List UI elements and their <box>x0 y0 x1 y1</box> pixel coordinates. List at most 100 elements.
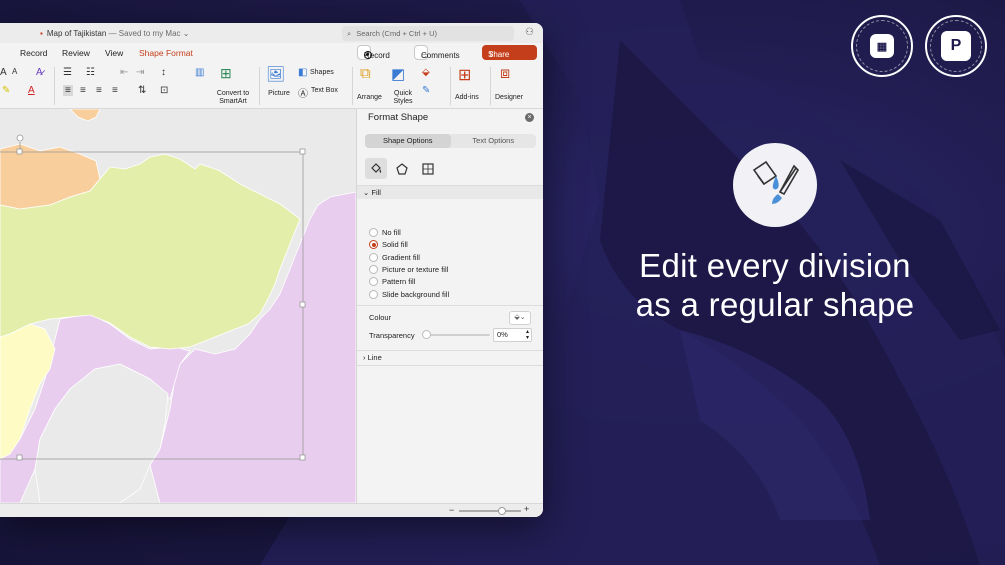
smartart-icon[interactable]: ⊞ <box>220 65 232 82</box>
increase-indent-icon[interactable]: ⇥ <box>136 67 144 78</box>
radio-no-fill[interactable]: No fill <box>369 228 401 237</box>
picture-icon[interactable]: 🖼 <box>266 65 285 83</box>
decrease-font-icon[interactable]: A <box>0 67 7 78</box>
font-size-icon[interactable]: A <box>12 67 17 76</box>
transparency-slider[interactable] <box>424 334 490 336</box>
arrange-button[interactable]: Arrange <box>357 94 382 101</box>
highlight-icon[interactable]: ✎ <box>2 85 10 96</box>
radio-button[interactable] <box>369 277 378 286</box>
divider <box>357 350 543 351</box>
radio-label: Solid fill <box>382 240 408 249</box>
slide-canvas[interactable] <box>0 109 356 503</box>
zoom-in-icon[interactable]: + <box>524 504 529 514</box>
align-center-icon[interactable]: ≡ <box>80 85 86 96</box>
badge-ring <box>856 20 908 72</box>
radio-gradient-fill[interactable]: Gradient fill <box>369 253 420 262</box>
radio-pattern-fill[interactable]: Pattern fill <box>369 277 415 286</box>
pentagon-icon[interactable] <box>391 158 413 179</box>
radio-label: Gradient fill <box>382 253 420 262</box>
radio-button-checked[interactable] <box>369 240 378 249</box>
designer-icon[interactable]: ⧈ <box>500 65 510 83</box>
radio-button[interactable] <box>369 253 378 262</box>
font-color-icon[interactable]: A <box>28 85 35 96</box>
quick-styles-icon[interactable]: ◩ <box>391 65 405 83</box>
columns-icon[interactable]: ▥ <box>195 67 204 78</box>
picture-button[interactable]: Picture <box>264 90 294 97</box>
decrease-indent-icon[interactable]: ⇤ <box>120 67 128 78</box>
radio-button[interactable] <box>369 228 378 237</box>
shape-outline-icon[interactable]: ✎ <box>422 85 430 96</box>
transparency-slider-handle[interactable] <box>422 330 431 339</box>
shapes-button[interactable]: Shapes <box>310 69 334 76</box>
text-box-button[interactable]: Text Box <box>311 87 338 94</box>
saved-status[interactable]: — Saved to my Mac <box>109 29 181 38</box>
tab-review[interactable]: Review <box>62 48 90 58</box>
share-button[interactable]: ⇪ Share ⌄ <box>482 45 537 60</box>
chevron-down-icon: ⌄ <box>519 314 526 321</box>
resize-handle <box>16 454 23 461</box>
search-icon: ⌕ <box>347 28 352 38</box>
comments-label: Comments <box>421 51 460 60</box>
line-spacing-icon[interactable]: ↕ <box>161 67 166 78</box>
comments-button[interactable]: ▭ Comments <box>414 45 460 60</box>
addins-button[interactable]: Add-ins <box>455 94 479 101</box>
shape-fill-icon[interactable]: ⬙ <box>422 67 430 78</box>
text-box-icon[interactable]: Ⓐ <box>298 85 308 100</box>
fill-section-header[interactable]: ⌄ Fill <box>357 186 543 199</box>
divider <box>357 365 543 366</box>
numbering-icon[interactable]: ☷ <box>86 67 95 78</box>
ribbon-tabs: Record Review View Shape Format Record ▭… <box>0 43 543 63</box>
divider <box>54 67 55 105</box>
ppt-file-icon: ▪ <box>40 29 43 38</box>
addins-icon[interactable]: ⊞ <box>458 65 471 85</box>
radio-solid-fill[interactable]: Solid fill <box>369 240 408 249</box>
arrange-icon[interactable]: ⧉ <box>360 65 371 82</box>
divider <box>259 67 260 105</box>
radio-slide-background-fill[interactable]: Slide background fill <box>369 290 449 299</box>
align-right-icon[interactable]: ≡ <box>96 85 102 96</box>
tab-shape-options[interactable]: Shape Options <box>365 134 451 148</box>
align-text-icon[interactable]: ⊡ <box>160 85 168 96</box>
tab-text-options[interactable]: Text Options <box>451 134 537 148</box>
radio-button[interactable] <box>369 290 378 299</box>
resize-handle <box>299 454 306 461</box>
text-direction-icon[interactable]: ⇅ <box>138 85 146 96</box>
designer-button[interactable]: Designer <box>495 94 523 101</box>
radio-picture-fill[interactable]: Picture or texture fill <box>369 265 448 274</box>
fill-line-icon[interactable] <box>365 158 387 179</box>
transparency-label: Transparency <box>369 331 415 340</box>
convert-smartart-label-2: SmartArt <box>219 98 247 105</box>
line-section-header[interactable]: › Line <box>363 353 382 362</box>
clear-format-icon[interactable]: A̷ <box>36 67 43 78</box>
convert-smartart-button[interactable]: Convert to SmartArt <box>212 90 254 106</box>
quick-styles-button[interactable]: Quick Styles <box>389 90 417 106</box>
fill-header-label: Fill <box>371 188 381 197</box>
record-button[interactable]: Record <box>357 45 390 60</box>
colour-picker-button[interactable]: ⬙⌄ <box>509 311 531 325</box>
chevron-down-icon[interactable]: ⌄ <box>183 29 190 38</box>
shapes-icon[interactable]: ◧ <box>298 67 307 78</box>
search-box[interactable]: ⌕ Search (Cmd + Ctrl + U) <box>342 26 514 41</box>
stepper-icon[interactable]: ▴ ▾ <box>526 329 529 341</box>
promo-headline: Edit every division as a regular shape <box>600 246 950 324</box>
tajikistan-map[interactable] <box>0 109 356 503</box>
close-icon[interactable]: × <box>525 113 534 122</box>
divider <box>450 67 451 105</box>
zoom-out-icon[interactable]: − <box>449 505 454 515</box>
bullets-icon[interactable]: ☰ <box>63 67 72 78</box>
badge-ring <box>930 20 982 72</box>
size-properties-icon[interactable] <box>417 158 439 179</box>
resize-handle <box>16 148 23 155</box>
align-left-icon[interactable]: ≡ <box>63 85 73 96</box>
radio-button[interactable] <box>369 265 378 274</box>
tab-shape-format[interactable]: Shape Format <box>139 48 193 58</box>
divider <box>352 67 353 105</box>
tab-record[interactable]: Record <box>20 48 47 58</box>
justify-icon[interactable]: ≡ <box>112 85 118 96</box>
powerpoint-editable-badge: P <box>925 15 987 77</box>
share-person-icon[interactable]: ⚇ <box>525 27 534 38</box>
tab-view[interactable]: View <box>105 48 123 58</box>
transparency-input[interactable]: 0% ▴ ▾ <box>493 328 532 342</box>
zoom-slider[interactable] <box>459 510 521 512</box>
zoom-slider-handle[interactable] <box>498 507 506 515</box>
